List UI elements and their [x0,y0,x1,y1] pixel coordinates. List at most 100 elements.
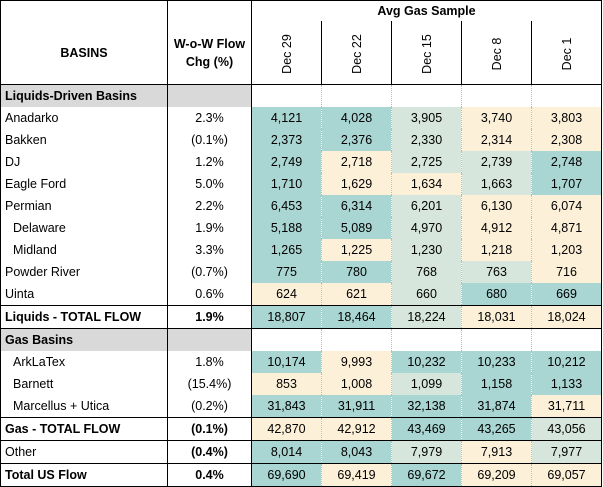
wow-flow-change: 1.9% [167,305,252,329]
section-title: Gas Basins [0,328,168,351]
section-title: Liquids-Driven Basins [0,84,168,107]
gas-sample-value: 1,225 [321,239,392,261]
gas-sample-value: 10,232 [391,351,462,373]
table-row: Permian 2.2% 6,453 6,314 6,201 6,130 6,074 [0,195,603,217]
gas-sample-value: 1,203 [530,239,603,261]
gas-sample-value: 42,912 [321,417,392,441]
gas-sample-value: 2,330 [391,129,462,151]
gas-sample-value: 10,212 [530,351,603,373]
date-column-header: Dec 22 [321,21,392,85]
gas-sample-value: 2,314 [461,129,532,151]
gas-sample-value: 6,314 [321,195,392,217]
wow-flow-change: 1.2% [167,151,252,173]
basins-column-header: BASINS [0,21,168,85]
gas-sample-value: 18,031 [461,305,532,329]
gas-sample-value: 660 [391,283,462,306]
table-row: Barnett (15.4%) 853 1,008 1,099 1,158 1,133 [0,373,603,395]
gas-sample-value: 6,130 [461,195,532,217]
gas-sample-value: 8,043 [321,440,392,464]
basin-name: Eagle Ford [0,173,168,195]
gas-sample-value: 621 [321,283,392,306]
basin-name: Delaware [0,217,168,239]
gas-sample-value: 1,663 [461,173,532,195]
gas-sample-value: 69,672 [391,463,462,487]
gas-sample-value: 780 [321,261,392,283]
gas-sample-value: 69,419 [321,463,392,487]
gas-sample-value: 31,911 [321,395,392,418]
gas-sample-value: 669 [530,283,603,306]
gas-sample-value: 4,121 [251,107,322,129]
basin-name: Barnett [0,373,168,395]
header-blank-cell [0,0,168,21]
wow-flow-change: (0.7%) [167,261,252,283]
wow-flow-change: 0.6% [167,283,252,306]
gas-sample-value: 43,469 [391,417,462,441]
gas-sample-value: 31,874 [461,395,532,418]
date-label: Dec 29 [280,34,294,74]
gas-sample-value: 10,233 [461,351,532,373]
gas-sample-value: 1,629 [321,173,392,195]
gas-sample-value: 2,308 [530,129,603,151]
gas-sample-value: 43,056 [530,417,603,441]
section-blank-cell [321,328,392,351]
flow-change-column-header: W-o-W Flow Chg (%) [167,21,252,85]
gas-sample-value: 7,913 [461,440,532,464]
basin-name: Anadarko [0,107,168,129]
section-blank-cell [251,84,322,107]
gas-sample-value: 4,028 [321,107,392,129]
basin-name: Total US Flow [0,463,168,487]
gas-sample-value: 1,158 [461,373,532,395]
basin-flow-table: Avg Gas Sample BASINS W-o-W Flow Chg (%)… [0,0,603,487]
gas-sample-value: 8,014 [251,440,322,464]
gas-sample-value: 2,376 [321,129,392,151]
wow-flow-change: 3.3% [167,239,252,261]
gas-sample-value: 2,373 [251,129,322,151]
header-row-group: Avg Gas Sample [0,0,603,21]
gas-sample-value: 4,871 [530,217,603,239]
table-row: Marcellus + Utica (0.2%) 31,843 31,911 32,13… [0,395,603,418]
header-row-columns: BASINS W-o-W Flow Chg (%) Dec 29 Dec 22 … [0,21,603,85]
wow-flow-change: (0.1%) [167,129,252,151]
gas-sample-value: 1,634 [391,173,462,195]
gas-sample-value: 31,843 [251,395,322,418]
wow-flow-change: 0.4% [167,463,252,487]
section-blank-cell [167,328,252,351]
gas-sample-value: 4,970 [391,217,462,239]
gas-sample-value: 6,453 [251,195,322,217]
table-row: Other (0.4%) 8,014 8,043 7,979 7,913 7,977 [0,440,603,464]
section-blank-cell [321,84,392,107]
gas-sample-value: 69,690 [251,463,322,487]
section-blank-cell [461,328,532,351]
table-row: DJ 1.2% 2,749 2,718 2,725 2,739 2,748 [0,151,603,173]
gas-sample-value: 7,977 [530,440,603,464]
wow-flow-change: 1.9% [167,217,252,239]
basin-flow-table-container: Avg Gas Sample BASINS W-o-W Flow Chg (%)… [0,0,603,487]
gas-sample-value: 1,218 [461,239,532,261]
basin-name: Permian [0,195,168,217]
section-blank-cell [391,84,462,107]
total-row: Total US Flow 0.4% 69,690 69,419 69,672 69,20… [0,463,603,487]
gas-sample-value: 18,224 [391,305,462,329]
gas-sample-value: 4,912 [461,217,532,239]
section-blank-cell [391,328,462,351]
table-row: Bakken (0.1%) 2,373 2,376 2,330 2,314 2,308 [0,129,603,151]
basin-name: Marcellus + Utica [0,395,168,418]
gas-sample-value: 5,089 [321,217,392,239]
section-header-row: Liquids-Driven Basins [0,84,603,107]
gas-sample-value: 31,711 [530,395,603,418]
gas-sample-value: 763 [461,261,532,283]
gas-sample-value: 3,803 [530,107,603,129]
total-row: Gas - TOTAL FLOW (0.1%) 42,870 42,912 43,469… [0,417,603,441]
gas-sample-value: 2,739 [461,151,532,173]
gas-sample-value: 6,074 [530,195,603,217]
gas-sample-value: 69,209 [461,463,532,487]
wow-flow-change: (0.1%) [167,417,252,441]
gas-sample-value: 10,174 [251,351,322,373]
header-blank-cell [167,0,252,21]
gas-sample-value: 680 [461,283,532,306]
gas-sample-value: 1,265 [251,239,322,261]
gas-sample-value: 1,008 [321,373,392,395]
gas-sample-value: 6,201 [391,195,462,217]
gas-sample-value: 42,870 [251,417,322,441]
basin-name: Uinta [0,283,168,306]
